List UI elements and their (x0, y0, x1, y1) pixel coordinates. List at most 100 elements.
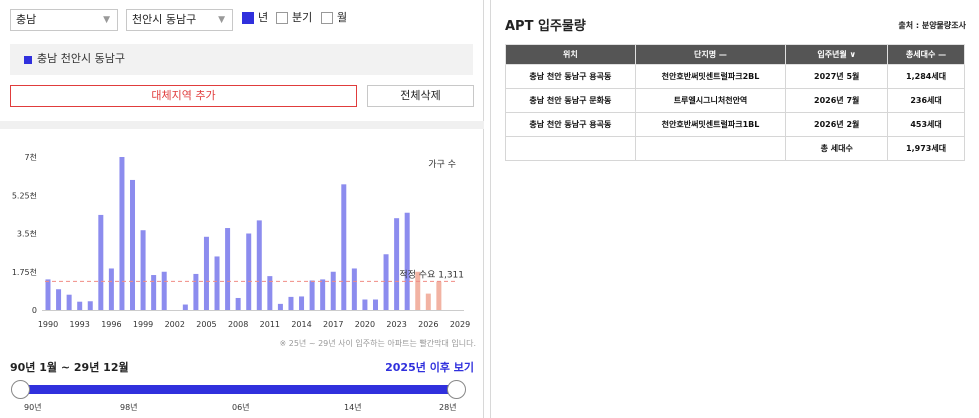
header-complex-sort[interactable]: 단지명 — (634, 44, 787, 65)
data-bar (341, 184, 347, 310)
period-month-checkbox[interactable] (321, 12, 333, 24)
slider-scale-label: 90년 (24, 403, 42, 412)
table-total-row: 총 세대수 1,973세대 (505, 136, 965, 161)
data-bar (299, 296, 305, 310)
future-note: ※ 25년 ~ 29년 사이 입주하는 아파트는 빨간막대 입니다. (279, 339, 477, 348)
cell-households: 453세대 (887, 112, 965, 137)
data-bar (182, 304, 188, 310)
x-tick-label: 2011 (260, 320, 280, 329)
cell-households: 236세대 (887, 88, 965, 113)
data-bar (87, 301, 93, 310)
data-bar (203, 236, 209, 310)
data-bar (404, 212, 410, 310)
apt-supply-panel: APT 입주물량 출처 : 분양물량조사 위치 단지명 — 입주년월 ∨ 총세대… (490, 0, 979, 418)
table-row[interactable]: 충남 천안 동남구 문화동 트루엘시그니처천안역 2026년 7월 236세대 (505, 88, 965, 113)
data-bar (56, 289, 62, 310)
period-quarter-label: 분기 (292, 11, 313, 24)
cell-move-in: 2027년 5월 (785, 64, 889, 89)
x-tick-label: 2005 (196, 320, 216, 329)
cell-move-in: 2026년 7월 (785, 88, 889, 113)
table-header-row: 위치 단지명 — 입주년월 ∨ 총세대수 — (505, 44, 965, 65)
cell-empty (634, 136, 787, 161)
x-tick-label: 1990 (38, 320, 58, 329)
sigungu-value: 천안시 동남구 (132, 13, 197, 26)
slider-scale-label: 06년 (232, 403, 250, 412)
header-location: 위치 (505, 44, 636, 65)
after-2025-link[interactable]: 2025년 이후 보기 (360, 359, 474, 375)
cell-households: 1,284세대 (887, 64, 965, 89)
range-slider-track[interactable] (20, 385, 458, 394)
data-bar (320, 279, 326, 310)
slider-scale-label: 28년 (439, 403, 457, 412)
data-bar (372, 299, 378, 310)
period-year-label: 년 (258, 11, 269, 24)
x-tick-label: 2008 (228, 320, 248, 329)
cell-complex: 천안호반써밋센트럴파크2BL (634, 64, 787, 89)
data-bar (246, 233, 252, 310)
period-range-text: 90년 1월 ~ 29년 12월 (10, 361, 129, 374)
slider-scale-label: 98년 (120, 403, 138, 412)
section-divider (0, 121, 484, 129)
header-households-sort[interactable]: 총세대수 — (887, 44, 965, 65)
data-bar (351, 268, 357, 310)
period-year-checkbox[interactable] (242, 12, 254, 24)
range-slider-start-handle[interactable] (11, 380, 30, 399)
region-color-swatch (24, 56, 32, 64)
data-bar (256, 220, 262, 310)
sido-select[interactable]: 충남 ▼ (10, 9, 118, 31)
total-value: 1,973세대 (887, 136, 965, 161)
y-tick-label: 5.25천 (12, 190, 37, 200)
cell-complex: 트루엘시그니처천안역 (634, 88, 787, 113)
period-quarter-checkbox[interactable] (276, 12, 288, 24)
data-bar (394, 218, 400, 310)
data-bar (161, 271, 167, 310)
data-bar (225, 228, 231, 310)
cell-complex: 천안호반써밋센트럴파크1BL (634, 112, 787, 137)
range-slider-end-handle[interactable] (447, 380, 466, 399)
chevron-down-icon: ▼ (103, 15, 110, 25)
data-bar (130, 179, 136, 310)
data-bar (436, 281, 442, 310)
y-tick-label: 7천 (25, 152, 37, 162)
total-label: 총 세대수 (785, 136, 889, 161)
y-tick-label: 3.5천 (17, 229, 37, 239)
cell-location: 충남 천안 동남구 용곡동 (505, 64, 636, 89)
x-tick-label: 2014 (291, 320, 311, 329)
data-bar (45, 279, 51, 310)
chevron-down-icon: ▼ (218, 15, 225, 25)
add-region-button[interactable]: 대체지역 추가 (10, 85, 357, 107)
data-bar (193, 273, 199, 310)
x-tick-label: 2002 (165, 320, 185, 329)
header-move-in-sort[interactable]: 입주년월 ∨ (785, 44, 889, 65)
data-bar (425, 293, 431, 310)
table-row[interactable]: 충남 천안 동남구 용곡동 천안호반써밋센트럴파크2BL 2027년 5월 1,… (505, 64, 965, 89)
apt-supply-table: 위치 단지명 — 입주년월 ∨ 총세대수 — 충남 천안 동남구 용곡동 천안호… (505, 44, 965, 161)
data-bar (98, 214, 104, 310)
data-source: 출처 : 분양물량조사 (898, 21, 966, 30)
sido-value: 충남 (16, 13, 37, 26)
region-name: 충남 천안시 동남구 (37, 52, 125, 65)
cell-move-in: 2026년 2월 (785, 112, 889, 137)
data-bar (108, 268, 114, 310)
supply-bar-chart: 0 1.75천 3.5천 5.25천 7천 1990 1993 1996 1999 2002 200… (12, 152, 470, 329)
data-bar (383, 254, 389, 310)
x-tick-label: 2020 (355, 320, 375, 329)
data-bar (277, 303, 283, 310)
x-tick-label: 2017 (323, 320, 343, 329)
slider-scale-label: 14년 (344, 403, 362, 412)
x-tick-label: 1996 (101, 320, 121, 329)
cell-location: 충남 천안 동남구 용곡동 (505, 112, 636, 137)
data-bar (151, 275, 157, 310)
x-tick-label: 1993 (70, 320, 90, 329)
selected-region: 충남 천안시 동남구 (10, 44, 473, 75)
series-label: 가구 수 (428, 159, 456, 170)
data-bar (140, 230, 146, 310)
apt-supply-title: APT 입주물량 (505, 19, 586, 34)
clear-all-button[interactable]: 전체삭제 (367, 85, 474, 107)
sigungu-select[interactable]: 천안시 동남구 ▼ (126, 9, 233, 31)
data-bar (119, 157, 125, 310)
supply-chart-panel: 충남 ▼ 천안시 동남구 ▼ 년 분기 월 충남 천안시 동남구 대체지역 추가… (0, 0, 484, 418)
table-row[interactable]: 충남 천안 동남구 용곡동 천안호반써밋센트럴파크1BL 2026년 2월 45… (505, 112, 965, 137)
period-month-label: 월 (337, 11, 348, 24)
y-tick-label: 1.75천 (12, 267, 37, 277)
